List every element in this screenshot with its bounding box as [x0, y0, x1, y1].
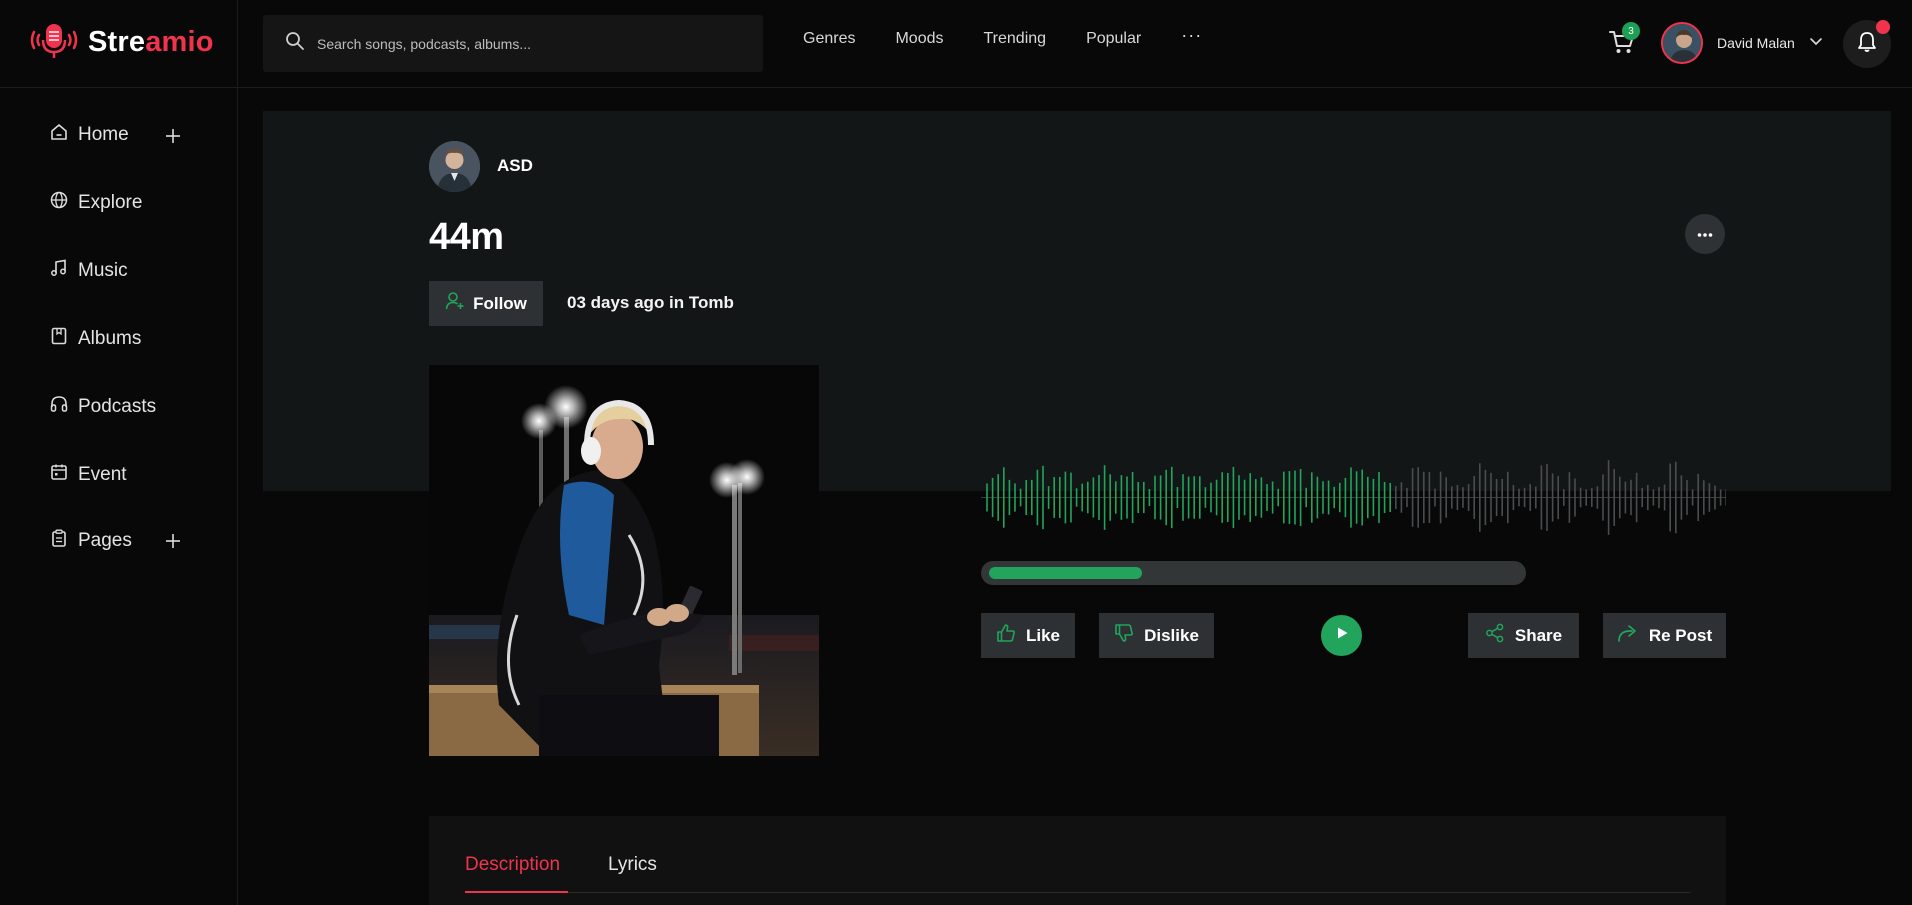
like-label: Like — [1025, 625, 1061, 645]
share-icon — [1485, 623, 1505, 648]
like-button[interactable]: Like — [981, 613, 1075, 658]
tabs-divider — [465, 892, 1690, 893]
sidebar-item-podcasts[interactable]: Podcasts — [50, 395, 156, 419]
microphone-logo-icon — [28, 20, 80, 65]
play-button[interactable] — [1321, 615, 1362, 656]
clipboard-icon — [50, 529, 68, 553]
brand-logo[interactable]: Streamio — [28, 20, 214, 64]
follow-label: Follow — [473, 293, 527, 313]
music-note-icon — [50, 259, 68, 283]
tab-lyrics[interactable]: Lyrics — [608, 854, 657, 876]
audio-waveform[interactable] — [981, 460, 1726, 535]
repost-label: Re Post — [1648, 625, 1713, 645]
track-tabs-panel: Description Lyrics — [429, 816, 1726, 905]
brand-name: Streamio — [88, 25, 214, 58]
nav-popular[interactable]: Popular — [1086, 30, 1141, 48]
notification-dot — [1876, 20, 1890, 34]
nav-trending[interactable]: Trending — [984, 30, 1047, 48]
calendar-icon — [50, 463, 68, 487]
track-meta: 03 days ago in Tomb — [567, 293, 734, 312]
dislike-button[interactable]: Dislike — [1099, 613, 1214, 658]
sidebar-item-explore[interactable]: Explore — [50, 191, 142, 215]
user-name: David Malan — [1717, 35, 1795, 51]
sidebar-item-label: Event — [78, 464, 127, 485]
home-icon — [50, 123, 68, 147]
user-menu[interactable]: David Malan — [1661, 22, 1823, 64]
sidebar-item-event[interactable]: Event — [50, 463, 127, 487]
add-user-icon — [445, 291, 465, 316]
sidebar-divider — [237, 0, 238, 905]
nav-more-button[interactable]: ··· — [1181, 25, 1202, 46]
more-options-button[interactable] — [1685, 214, 1725, 254]
ellipsis-icon — [1697, 225, 1713, 243]
expand-pages-button[interactable] — [163, 531, 183, 551]
bell-icon — [1855, 30, 1879, 59]
tab-description[interactable]: Description — [465, 854, 560, 876]
top-nav: Genres Moods Trending Popular ··· — [803, 25, 1202, 48]
thumbs-up-icon — [996, 623, 1016, 648]
sidebar-item-label: Podcasts — [78, 396, 157, 417]
track-cover-image — [429, 365, 819, 756]
share-button[interactable]: Share — [1468, 613, 1579, 658]
artist-avatar[interactable] — [429, 141, 480, 192]
user-avatar — [1661, 22, 1703, 64]
share-label: Share — [1514, 625, 1563, 645]
sidebar-item-label: Home — [78, 124, 129, 145]
cart-icon — [1607, 31, 1637, 60]
search-icon[interactable] — [285, 31, 305, 56]
expand-home-button[interactable] — [163, 126, 183, 146]
search-bar — [263, 15, 763, 72]
progress-fill — [989, 567, 1142, 579]
sidebar-item-albums[interactable]: Albums — [50, 327, 141, 351]
nav-moods[interactable]: Moods — [895, 30, 943, 48]
sidebar-item-pages[interactable]: Pages — [50, 529, 132, 553]
globe-icon — [50, 191, 68, 215]
sidebar-item-label: Explore — [78, 192, 143, 213]
search-input[interactable] — [317, 35, 737, 52]
artist-name[interactable]: ASD — [497, 156, 533, 176]
headphones-icon — [50, 395, 68, 419]
follow-button[interactable]: Follow — [429, 281, 543, 326]
repost-arrow-icon — [1617, 623, 1639, 648]
sidebar-item-home[interactable]: Home — [50, 123, 129, 147]
track-title: 44m — [429, 216, 504, 258]
plus-icon — [163, 129, 183, 150]
album-icon — [50, 327, 68, 351]
thumbs-down-icon — [1114, 623, 1134, 648]
repost-button[interactable]: Re Post — [1603, 613, 1726, 658]
play-icon — [1335, 626, 1349, 645]
sidebar-item-label: Pages — [78, 530, 132, 551]
playback-progress-bar[interactable] — [981, 561, 1526, 585]
active-tab-indicator — [465, 891, 568, 893]
cart-count-badge: 3 — [1622, 22, 1640, 40]
sidebar-item-label: Albums — [78, 328, 142, 349]
chevron-down-icon — [1809, 34, 1823, 53]
sidebar-item-music[interactable]: Music — [50, 259, 128, 283]
plus-icon — [163, 534, 183, 555]
top-bar: Streamio Genres Moods Trending Popular ·… — [0, 0, 1912, 88]
nav-genres[interactable]: Genres — [803, 30, 855, 48]
sidebar-item-label: Music — [78, 260, 128, 281]
dislike-label: Dislike — [1144, 625, 1199, 645]
